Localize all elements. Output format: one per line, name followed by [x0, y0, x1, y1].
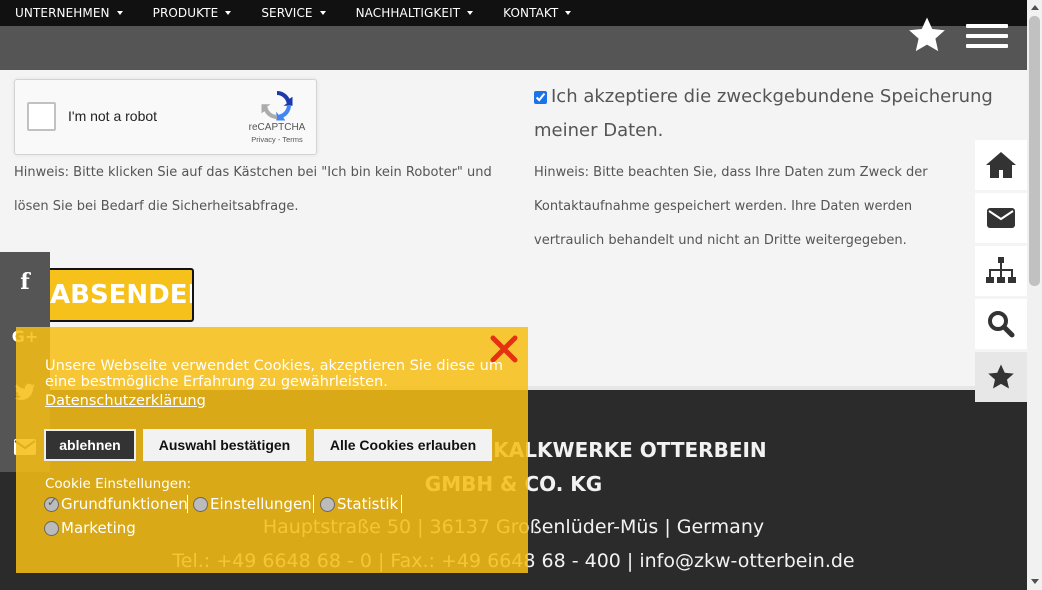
radio-button[interactable]: [44, 520, 59, 536]
cookie-settings-label: Cookie Einstellungen:: [45, 476, 192, 492]
caret-down-icon: [225, 11, 232, 15]
recaptcha-label: I'm not a robot: [68, 108, 158, 124]
quick-access-bar: [975, 140, 1027, 405]
sitemap-button[interactable]: [975, 246, 1027, 296]
nav-label: UNTERNEHMEN: [15, 6, 110, 20]
mail-button[interactable]: [975, 193, 1027, 243]
submit-button[interactable]: ABSENDEN: [30, 268, 194, 322]
mail-icon: [987, 208, 1015, 228]
nav-label: KONTAKT: [503, 6, 559, 20]
privacy-hint: Hinweis: Bitte beachten Sie, dass Ihre D…: [534, 165, 928, 248]
decline-cookies-button[interactable]: ablehnen: [44, 429, 136, 461]
nav-item-produkte[interactable]: PRODUKTE: [153, 6, 232, 20]
recaptcha-brand: reCAPTCHA: [248, 122, 306, 133]
search-icon: [988, 311, 1015, 338]
consent-checkbox-row[interactable]: Ich akzeptiere die zweckgebundene Speich…: [534, 80, 994, 148]
consent-label: Ich akzeptiere die zweckgebundene Speich…: [534, 86, 993, 141]
nav-item-kontakt[interactable]: KONTAKT: [503, 6, 572, 20]
recaptcha-checkbox[interactable]: [27, 102, 56, 131]
nav-item-unternehmen[interactable]: UNTERNEHMEN: [15, 6, 123, 20]
divider: [187, 495, 188, 513]
scroll-down-icon[interactable]: [1031, 579, 1039, 584]
recaptcha-widget: I'm not a robot reCAPTCHA Privacy - Term…: [14, 79, 317, 155]
nav-item-nachhaltigkeit[interactable]: NACHHALTIGKEIT: [356, 6, 474, 20]
favorite-star-button[interactable]: [906, 14, 948, 56]
radio-button[interactable]: [44, 495, 59, 512]
home-icon: [986, 152, 1016, 178]
caret-down-icon: [565, 11, 572, 15]
nav-item-service[interactable]: SERVICE: [261, 6, 326, 20]
nav-label: PRODUKTE: [152, 6, 219, 20]
facebook-icon[interactable]: f: [0, 254, 50, 309]
cookie-banner: Unsere Webseite verwendet Cookies, akzep…: [16, 327, 528, 573]
cookie-option-grundfunktionen[interactable]: Grundfunktionen: [44, 495, 188, 513]
divider: [313, 495, 314, 513]
submit-label: ABSENDEN: [50, 280, 194, 310]
privacy-policy-link[interactable]: Datenschutzerklärung: [45, 393, 206, 409]
star-icon: [909, 17, 945, 52]
accept-all-cookies-button[interactable]: Alle Cookies erlauben: [314, 429, 492, 461]
scrollbar-thumb[interactable]: [1029, 16, 1040, 286]
caret-down-icon: [319, 11, 326, 15]
page-scrollbar[interactable]: [1027, 0, 1042, 590]
search-button[interactable]: [975, 299, 1027, 349]
sitemap-icon: [986, 257, 1016, 283]
option-label: Einstellungen: [210, 495, 312, 513]
cookie-option-einstellungen[interactable]: Einstellungen: [193, 495, 312, 513]
radio-button[interactable]: [320, 496, 335, 512]
scroll-up-icon[interactable]: [1031, 5, 1039, 10]
caret-down-icon: [467, 11, 474, 15]
divider: [401, 495, 402, 513]
menu-icon[interactable]: [966, 24, 1008, 48]
home-button[interactable]: [975, 140, 1027, 190]
star-icon: [988, 364, 1014, 389]
recaptcha-terms-link[interactable]: Privacy - Terms: [243, 135, 311, 144]
nav-label: SERVICE: [261, 6, 313, 20]
cookie-option-statistik[interactable]: Statistik: [320, 495, 398, 513]
cookie-option-marketing[interactable]: Marketing: [44, 519, 136, 537]
confirm-selection-button[interactable]: Auswahl bestätigen: [143, 429, 306, 461]
favorites-button[interactable]: [975, 352, 1027, 402]
nav-label: NACHHALTIGKEIT: [355, 6, 461, 20]
caret-down-icon: [116, 11, 123, 15]
option-label: Statistik: [337, 495, 399, 513]
option-label: Grundfunktionen: [61, 495, 188, 513]
top-navigation: UNTERNEHMEN PRODUKTE SERVICE NACHHALTIGK…: [0, 0, 1027, 26]
consent-checkbox[interactable]: [534, 90, 547, 104]
option-label: Marketing: [61, 519, 136, 537]
radio-button[interactable]: [193, 496, 208, 512]
cookie-message: Unsere Webseite verwendet Cookies, akzep…: [45, 358, 503, 390]
recaptcha-logo-icon: [261, 91, 293, 121]
header-bar: [0, 26, 1027, 70]
recaptcha-hint: Hinweis: Bitte klicken Sie auf das Kästc…: [14, 165, 492, 214]
